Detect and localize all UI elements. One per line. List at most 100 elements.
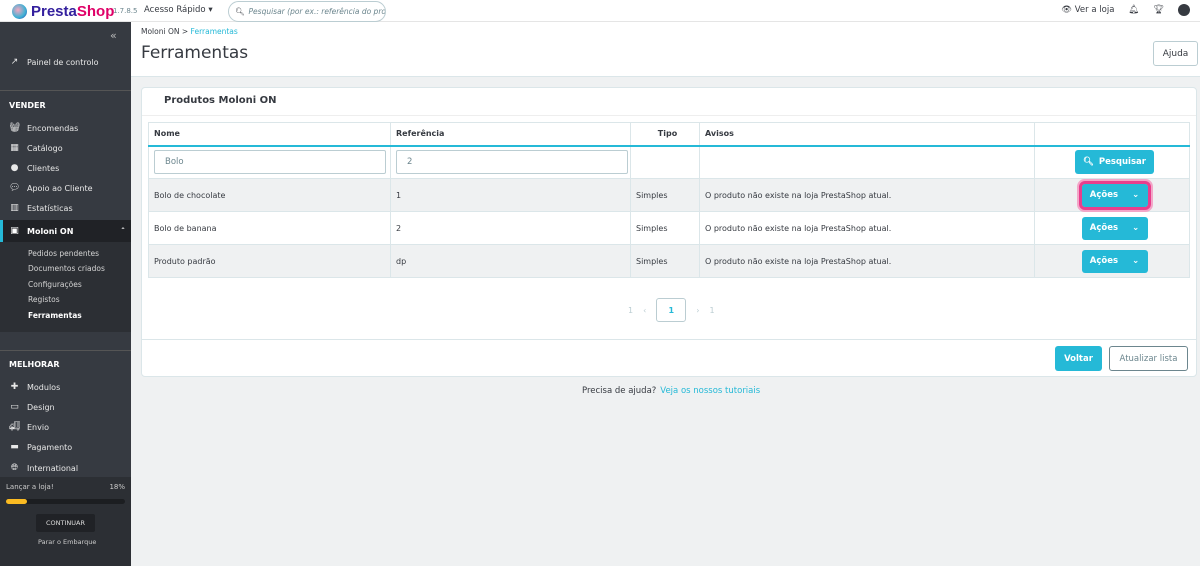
logo-text-suffix: Shop	[76, 3, 115, 20]
sidebar-item-label: Apoio ao Cliente	[27, 183, 93, 193]
submenu-item-tools[interactable]: Ferramentas	[28, 311, 82, 320]
back-button[interactable]: Voltar	[1055, 346, 1102, 371]
chevron-down-icon: ⌄	[1132, 256, 1140, 266]
help-footer: Precisa de ajuda? Veja os nossos tutoriai…	[582, 386, 760, 396]
puzzle-icon: ✚	[10, 382, 19, 392]
sidebar-item-international[interactable]: 🌐︎ International	[0, 458, 131, 478]
logo-text: Presta	[31, 3, 77, 20]
name-filter-input[interactable]: Bolo	[154, 150, 386, 175]
search-icon: 🔍︎	[1083, 157, 1094, 168]
prestashop-logo[interactable]: PrestaShop	[12, 3, 114, 20]
sidebar-item-label: Estatísticas	[27, 203, 73, 213]
desktop-icon: ▭	[10, 402, 19, 412]
cell-warning: O produto não existe na loja PrestaShop …	[699, 211, 1035, 245]
basket-icon: 🧺︎	[9, 123, 21, 133]
table-row: Produto padrão dp Simples O produto não …	[148, 244, 1190, 278]
page-header	[131, 22, 1200, 77]
sidebar-item-customers[interactable]: ● Clientes	[0, 158, 131, 178]
actions-label: Ações	[1089, 190, 1119, 200]
divider	[0, 350, 131, 351]
chevron-right-icon[interactable]: ›	[696, 306, 699, 315]
page-current[interactable]: 1	[656, 298, 687, 322]
breadcrumb: Moloni ON > Ferramentas	[141, 27, 238, 36]
divider	[142, 339, 1196, 340]
sidebar-item-label: Catálogo	[27, 143, 63, 153]
collapse-sidebar-icon[interactable]: «	[110, 29, 117, 42]
sidebar-item-modules[interactable]: ✚ Modulos	[0, 377, 131, 397]
actions-dropdown-button[interactable]: Ações ⌄	[1081, 249, 1148, 273]
submenu-item-logs[interactable]: Registos	[28, 295, 60, 304]
stop-onboarding-link[interactable]: Parar o Embarque	[38, 538, 96, 546]
trophy-icon[interactable]: 🏆︎	[1153, 5, 1164, 15]
cell-type: Simples	[630, 178, 700, 212]
chat-icon: 💬︎	[9, 183, 21, 193]
sidebar-item-stats[interactable]: ▥ Estatísticas	[0, 198, 131, 218]
breadcrumb-parent[interactable]: Moloni ON	[141, 27, 179, 36]
launch-progress-fill	[6, 499, 28, 504]
view-store-link[interactable]: 👁︎ Ver a loja	[1061, 5, 1114, 15]
sidebar-item-dashboard[interactable]: ↗ Painel de controlo	[0, 52, 131, 72]
panel-title: Produtos Moloni ON	[164, 95, 277, 106]
page-last[interactable]: 1	[710, 306, 715, 315]
sidebar-item-label: Painel de controlo	[27, 57, 99, 67]
submenu-item-documents[interactable]: Documentos criados	[28, 264, 105, 273]
sidebar-item-payment[interactable]: ▬ Pagamento	[0, 437, 131, 457]
divider	[142, 115, 1196, 116]
sidebar-item-label: Encomendas	[27, 123, 79, 133]
user-avatar-icon[interactable]	[1178, 4, 1190, 16]
refresh-list-button[interactable]: Atualizar lista	[1109, 346, 1188, 371]
search-icon: 🔍︎	[235, 7, 245, 16]
sidebar-item-design[interactable]: ▭ Design	[0, 397, 131, 417]
sidebar-item-shipping[interactable]: 🚚︎ Envio	[0, 417, 131, 437]
section-heading: VENDER	[9, 101, 46, 110]
tutorials-link[interactable]: Veja os nossos tutoriais	[660, 386, 760, 396]
help-button[interactable]: Ajuda	[1153, 41, 1198, 66]
actions-label: Ações	[1089, 256, 1119, 266]
bell-icon[interactable]: 🔔︎	[1128, 5, 1139, 15]
search-input[interactable]: 🔍︎ Pesquisar (por ex.: referência do prod…	[228, 1, 386, 22]
continue-button[interactable]: CONTINUAR	[36, 514, 95, 532]
sidebar-item-label: Design	[27, 402, 55, 412]
sidebar-item-orders[interactable]: 🧺︎ Encomendas	[0, 118, 131, 138]
sidebar-item-label: Envio	[27, 422, 49, 432]
cell-reference: 1	[390, 178, 631, 212]
launch-percent: 18%	[109, 483, 125, 491]
column-name: Nome	[148, 122, 391, 147]
sidebar-item-catalog[interactable]: ▦ Catálogo	[0, 138, 131, 158]
credit-card-icon: ▬	[10, 442, 19, 452]
reference-filter-input[interactable]: 2	[396, 150, 628, 175]
submenu-item-pending-orders[interactable]: Pedidos pendentes	[28, 249, 99, 258]
eye-icon: 👁︎	[1061, 5, 1073, 15]
column-reference: Referência	[390, 122, 631, 147]
launch-progress-bar	[6, 499, 125, 504]
page-first[interactable]: 1	[628, 306, 633, 315]
sidebar-item-moloni-on[interactable]: ▣ Moloni ON ˆ	[0, 220, 131, 242]
moloni-icon: ▣	[10, 226, 19, 236]
caret-down-icon: ▾	[208, 5, 213, 15]
sidebar-item-label: Modulos	[27, 382, 61, 392]
trending-icon: ↗	[10, 57, 19, 67]
sidebar-item-support[interactable]: 💬︎ Apoio ao Cliente	[0, 178, 131, 198]
cell-name: Produto padrão	[148, 244, 391, 278]
column-type: Tipo	[630, 122, 700, 147]
chevron-left-icon[interactable]: ‹	[643, 306, 646, 315]
pagination: 1 ‹ 1 › 1	[628, 298, 715, 322]
search-button[interactable]: 🔍︎ Pesquisar	[1075, 150, 1154, 175]
submenu-item-settings[interactable]: Configurações	[28, 280, 82, 289]
help-question: Precisa de ajuda?	[582, 386, 657, 396]
actions-dropdown-button[interactable]: Ações ⌄	[1078, 180, 1151, 210]
cell-reference: 2	[390, 211, 631, 245]
sidebar-item-label: Moloni ON	[27, 226, 74, 236]
store-icon: ▦	[10, 143, 19, 153]
chevron-down-icon: ⌄	[1132, 223, 1140, 233]
breadcrumb-current[interactable]: Ferramentas	[191, 27, 238, 36]
quick-access-label: Acesso Rápido	[144, 5, 206, 15]
quick-access-dropdown[interactable]: Acesso Rápido ▾	[144, 5, 213, 15]
chart-icon: ▥	[10, 203, 19, 213]
actions-dropdown-button[interactable]: Ações ⌄	[1081, 216, 1148, 240]
globe-icon: 🌐︎	[10, 463, 19, 473]
breadcrumb-separator: >	[181, 27, 189, 36]
sidebar-item-label: International	[27, 463, 79, 473]
cell-name: Bolo de banana	[148, 211, 391, 245]
cell-name: Bolo de chocolate	[148, 178, 391, 212]
